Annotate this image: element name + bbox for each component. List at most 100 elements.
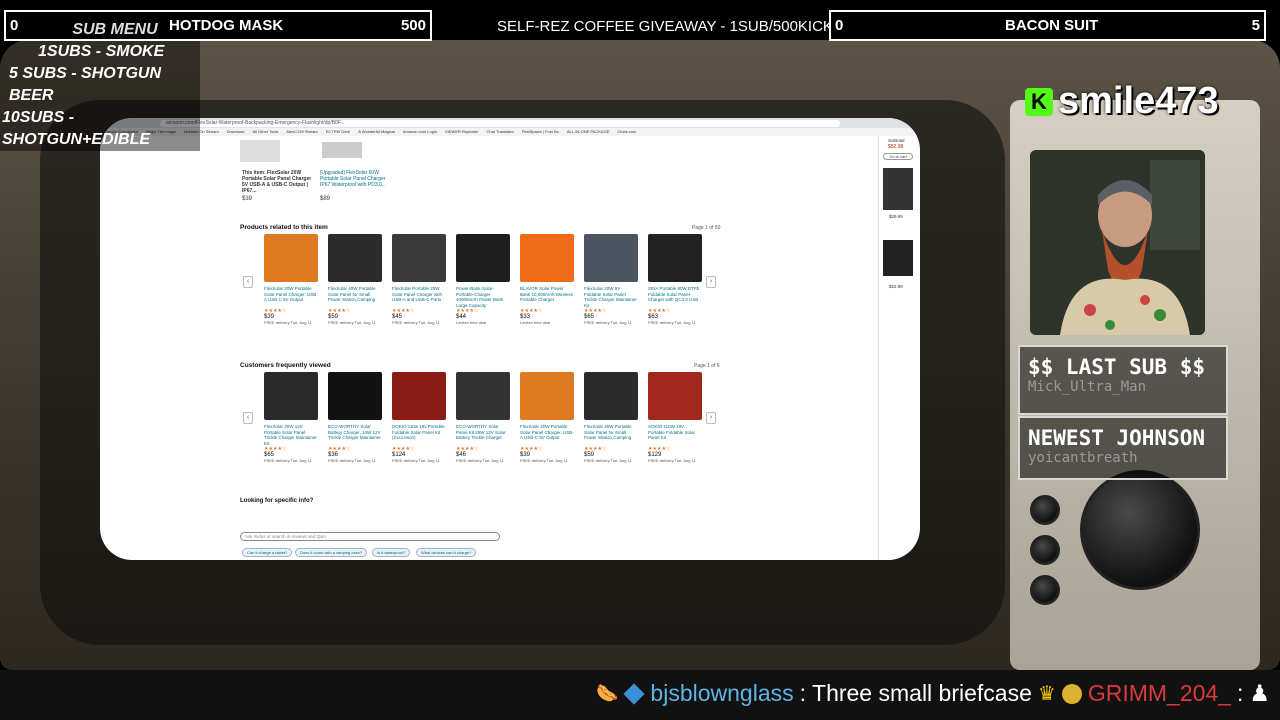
product-thumbnail[interactable] xyxy=(328,234,382,282)
bookmark-item[interactable]: VIEWER Repeater xyxy=(445,128,478,136)
product-title[interactable]: FlexSolar 20W 5V Foldable Solar Panel Tr… xyxy=(584,286,638,308)
product-title[interactable]: FlexSolar 20W Portable Solar Panel Charg… xyxy=(264,286,318,308)
product-card[interactable]: BLAVOR Solar Power Bank 10,000mAh Wirele… xyxy=(520,234,574,325)
product-card[interactable]: DOKIO 110w 18v Portable Foldable Solar P… xyxy=(392,372,446,463)
product-card[interactable]: FlexSolar 20W Portable Solar Panel Charg… xyxy=(520,372,574,463)
product-thumbnail[interactable] xyxy=(648,234,702,282)
address-bar[interactable]: amazon.com/FlexSolar-Waterproof-Backpack… xyxy=(160,119,840,127)
product-thumbnail[interactable] xyxy=(584,372,638,420)
hotdog-emote-icon: 🌭 xyxy=(596,683,619,703)
qa-title: Looking for specific info? xyxy=(240,498,314,504)
product-thumbnail[interactable] xyxy=(584,234,638,282)
tv-screen-browser: amazon.com/FlexSolar-Waterproof-Backpack… xyxy=(100,118,920,560)
product-thumbnail[interactable] xyxy=(264,372,318,420)
cart-sidebar: Subtotal $52.98 Go to cart $29.99 $22.99 xyxy=(878,136,918,560)
subtotal-value: $52.98 xyxy=(888,144,904,150)
qa-search-input[interactable]: Ask Rufus or search in reviews and Q&A xyxy=(240,532,500,541)
bookmark-item[interactable]: Clubs.com xyxy=(617,128,636,136)
product-thumbnail[interactable] xyxy=(520,234,574,282)
sponsored-item-price: $89 xyxy=(320,196,331,202)
bookmark-item[interactable]: ECTPW Devil xyxy=(326,128,350,136)
product-title[interactable]: Power-Bank-Solar-Portable-Charger 40000m… xyxy=(456,286,510,308)
chat-username[interactable]: GRIMM_204_ xyxy=(1088,680,1231,707)
sponsored-item-title[interactable]: [Upgraded] FlexSolar 60W Portable Solar … xyxy=(320,170,390,188)
product-shipping: FREE delivery Tue, Aug 11 xyxy=(392,458,440,463)
product-card[interactable]: FlexSolar 20W Portable Solar Panel Charg… xyxy=(264,234,318,325)
product-shipping: FREE delivery Tue, Aug 11 xyxy=(392,320,440,325)
product-card[interactable]: FlexSolar 40W Portable Solar Panel for S… xyxy=(328,234,382,325)
chat-separator: : xyxy=(1236,680,1244,706)
product-thumbnail[interactable] xyxy=(648,372,702,420)
qa-suggestion-chip[interactable]: What devices can it charge? xyxy=(416,548,477,557)
bookmark-item[interactable]: AlexC199 Stream xyxy=(286,128,317,136)
bookmark-item[interactable]: A Wonderful Magical xyxy=(358,128,395,136)
subtotal-label: Subtotal xyxy=(888,138,905,143)
bookmark-item[interactable]: ALL-IN-ONE PACKAGE xyxy=(567,128,610,136)
product-card[interactable]: SOKIO 110W 18V Portable Foldable Solar P… xyxy=(648,372,702,463)
qa-suggestion-chip[interactable]: Can it charge a tablet? xyxy=(242,548,293,557)
chat-text: Three small briefcase xyxy=(812,680,1032,706)
chess-pawn-icon: ♟ xyxy=(1249,680,1270,706)
product-title[interactable]: FlexSolar 40W Portable Solar Panel for S… xyxy=(328,286,382,308)
cube-badge-icon xyxy=(623,682,646,705)
product-card[interactable]: FlexSolar 40W Portable Solar Panel for S… xyxy=(584,372,638,463)
chat-message: 🌭 bjsblownglass: Three small briefcase ♛… xyxy=(596,680,1270,707)
bookmark-item[interactable]: FirstSpawn | Fuel Bo xyxy=(522,128,559,136)
product-title[interactable]: ECO-WORTHY Solar Battery Charger, 10W 12… xyxy=(328,424,382,446)
product-title[interactable]: ECO-WORTHY Solar Panel Kit 25W 12V Solar… xyxy=(456,424,510,446)
product-card[interactable]: SINA Portable 80W ETFE Foldable Solar Pa… xyxy=(648,234,702,325)
giveaway-banner: SELF-REZ COFFEE GIVEAWAY - 1SUB/500KICKS… xyxy=(497,18,856,35)
product-shipping: FREE delivery Tue, Aug 11 xyxy=(264,458,312,463)
product-card[interactable]: FlexSolar Portable 20W Solar Panel Charg… xyxy=(392,234,446,325)
related-page-info: Page 1 of 50 xyxy=(692,225,721,231)
browser-toolbar: amazon.com/FlexSolar-Waterproof-Backpack… xyxy=(100,118,920,128)
qa-suggestion-chip[interactable]: Does it come with a carrying case? xyxy=(295,548,368,557)
product-thumbnail[interactable] xyxy=(328,372,382,420)
product-thumbnail[interactable] xyxy=(392,372,446,420)
newest-value: yoicantbreath xyxy=(1028,450,1138,466)
sub-menu: SUB MENU 1SUBS - SMOKE 5 SUBS - SHOTGUN … xyxy=(0,10,200,151)
kick-logo-icon: K xyxy=(1025,88,1053,116)
product-card[interactable]: FlexSolar 20W 5V Foldable Solar Panel Tr… xyxy=(584,234,638,325)
product-thumbnail[interactable] xyxy=(264,234,318,282)
product-card[interactable]: ECO-WORTHY Solar Panel Kit 25W 12V Solar… xyxy=(456,372,510,463)
newest-label: NEWEST JOHNSON xyxy=(1028,426,1206,450)
knob-small-icon xyxy=(1030,495,1060,525)
bookmark-item[interactable]: Download xyxy=(227,128,245,136)
product-card[interactable]: ECO-WORTHY Solar Battery Charger, 10W 12… xyxy=(328,372,382,463)
product-title[interactable]: FlexSolar 20W 12V Portable Solar Panel T… xyxy=(264,424,318,446)
product-title[interactable]: SINA Portable 80W ETFE Foldable Solar Pa… xyxy=(648,286,702,308)
product-thumbnail[interactable] xyxy=(392,234,446,282)
product-title[interactable]: FlexSolar 40W Portable Solar Panel for S… xyxy=(584,424,638,446)
knob-large-icon xyxy=(1080,470,1200,590)
qa-suggestion-chip[interactable]: Is it waterproof? xyxy=(372,548,411,557)
product-card[interactable]: Power-Bank-Solar-Portable-Charger 40000m… xyxy=(456,234,510,325)
product-title[interactable]: FlexSolar Portable 20W Solar Panel Charg… xyxy=(392,286,446,308)
product-card[interactable]: FlexSolar 20W 12V Portable Solar Panel T… xyxy=(264,372,318,463)
streamer-name: smile473 xyxy=(1058,80,1219,122)
chat-username[interactable]: bjsblownglass xyxy=(650,680,793,707)
sub-menu-item: 10SUBS - SHOTGUN+EDIBLE xyxy=(0,107,200,151)
sub-menu-item: 5 SUBS - SHOTGUN BEER xyxy=(0,63,200,107)
product-title[interactable]: DOKIO 110w 18v Portable Foldable Solar P… xyxy=(392,424,446,446)
streamer-silhouette-icon xyxy=(1030,150,1205,335)
last-sub-alert: $$ LAST SUB $$ Mick_Ultra_Man xyxy=(1018,345,1228,415)
viewed-page-info: Page 1 of 6 xyxy=(694,363,720,369)
product-title[interactable]: BLAVOR Solar Power Bank 10,000mAh Wirele… xyxy=(520,286,574,308)
bookmark-item[interactable]: Chat Translator xyxy=(486,128,513,136)
sponsored-image xyxy=(322,142,362,158)
product-thumbnail[interactable] xyxy=(456,234,510,282)
chat-ticker: 🌭 bjsblownglass: Three small briefcase ♛… xyxy=(0,670,1280,720)
product-shipping: FREE delivery Tue, Aug 11 xyxy=(648,320,696,325)
bookmark-item[interactable]: All Other Tools xyxy=(252,128,278,136)
this-item-title[interactable]: This item: FlexSolar 20W Portable Solar … xyxy=(242,170,312,194)
product-thumbnail[interactable] xyxy=(456,372,510,420)
cart-item-price: $22.99 xyxy=(889,284,903,289)
go-to-cart-button[interactable]: Go to cart xyxy=(883,153,913,160)
bookmark-item[interactable]: Amazon.com Login xyxy=(403,128,437,136)
related-title: Products related to this item xyxy=(240,224,328,231)
product-title[interactable]: FlexSolar 20W Portable Solar Panel Charg… xyxy=(520,424,574,446)
product-title[interactable]: SOKIO 110W 18V Portable Foldable Solar P… xyxy=(648,424,702,446)
product-thumbnail[interactable] xyxy=(520,372,574,420)
product-shipping: FREE delivery Tue, Aug 11 xyxy=(520,458,568,463)
